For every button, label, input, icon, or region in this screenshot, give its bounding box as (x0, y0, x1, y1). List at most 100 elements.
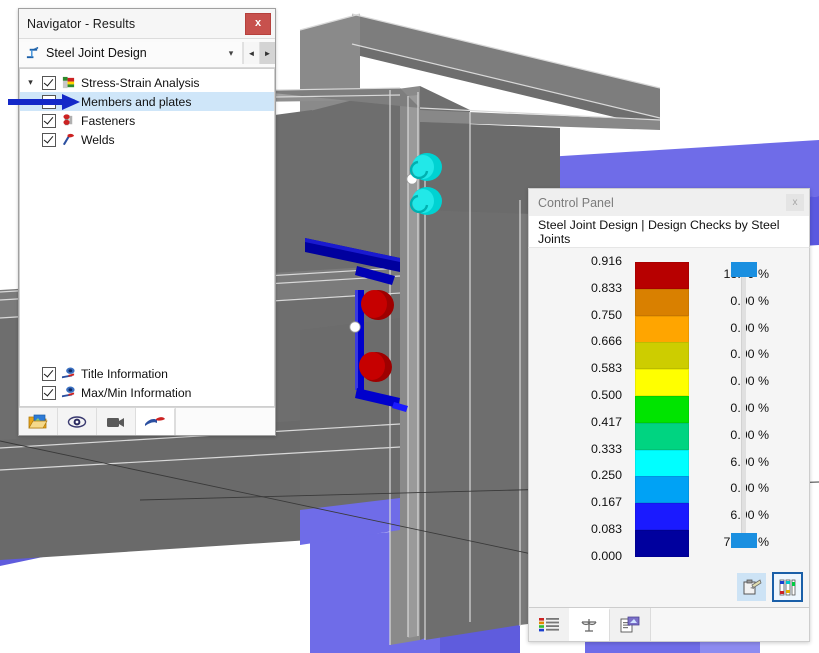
tree-label: Stress-Strain Analysis (81, 75, 200, 90)
legend-boundary-value: 0.916 (590, 254, 622, 268)
blue-arrow-pointer (8, 94, 80, 110)
result-diagram-glyph (145, 417, 165, 426)
legend-percentage: 6.90 % (730, 454, 769, 469)
steel-joint-icon (26, 46, 39, 59)
camera-glyph (107, 417, 124, 427)
result-diagram-icon[interactable] (136, 408, 175, 435)
checkbox-title-information[interactable] (42, 366, 56, 381)
color-scale-tab-icon (539, 617, 559, 631)
factors-tab[interactable] (569, 608, 610, 641)
tree-label: Welds (81, 132, 115, 147)
scales-balance-icon (581, 618, 597, 632)
control-panel-subheader: Steel Joint Design | Design Checks by St… (528, 216, 810, 247)
prev-button[interactable]: ◄ (243, 42, 259, 64)
display-properties-icon (620, 616, 640, 632)
fasteners-icon (63, 113, 73, 125)
legend-range-slider-track[interactable] (741, 262, 746, 542)
maxmin-info-icon (61, 386, 75, 397)
control-panel-titlebar: Control Panel x (528, 188, 810, 216)
eye-glyph (67, 415, 87, 428)
legend-color-swatch[interactable] (635, 342, 689, 370)
legend-percentage: 6.90 % (730, 508, 769, 523)
tree-item-max-min-information[interactable]: Max/Min Information (20, 383, 274, 402)
legend-color-swatch[interactable] (635, 503, 689, 531)
title-info-icon (61, 367, 75, 378)
color-scale-panel[interactable]: 0.91613.79 %0.8330.00 %0.7500.00 %0.6660… (528, 247, 810, 608)
legend-color-swatch[interactable] (635, 369, 689, 397)
open-results-glyph (28, 414, 48, 428)
checkbox-stress-strain-analysis[interactable] (42, 75, 56, 90)
results-tree-lower: Title Information Max/Min Information (20, 364, 274, 402)
navigator-tree-panel[interactable]: ▾ Stress-Strain Analysis Members and pla… (19, 68, 275, 407)
tree-item-title-information[interactable]: Title Information (20, 364, 274, 383)
legend-percentage: 0.00 % (730, 347, 769, 362)
control-panel-title: Control Panel (538, 195, 614, 210)
chevron-down-icon[interactable]: ▾ (24, 77, 37, 88)
legend-color-swatch[interactable] (635, 396, 689, 423)
legend-percentage: 0.00 % (730, 293, 769, 308)
tree-label: Title Information (81, 366, 168, 381)
checkbox-max-min-information[interactable] (42, 385, 56, 400)
color-scale-settings-glyph (779, 579, 796, 595)
color-scale-settings-icon[interactable] (772, 572, 803, 602)
legend-percentage: 0.00 % (730, 320, 769, 335)
legend-percentage: 0.00 % (730, 401, 769, 415)
edit-colors-glyph (743, 579, 761, 595)
color-legend: 0.91613.79 %0.8330.00 %0.7500.00 %0.6660… (529, 254, 809, 563)
close-icon[interactable]: x (245, 12, 271, 35)
display-properties-tab[interactable] (610, 608, 651, 641)
control-panel-window[interactable]: Control Panel x Steel Joint Design | Des… (528, 188, 810, 642)
navigator-title: Navigator - Results (27, 16, 136, 31)
color-scale-tab[interactable] (529, 608, 569, 641)
control-panel-subtitle: Steel Joint Design | Design Checks by St… (538, 217, 780, 246)
control-panel-tabbar (528, 608, 810, 642)
legend-boundary-value: 0.417 (590, 414, 622, 429)
legend-color-swatch[interactable] (635, 422, 689, 450)
color-scale-actions (737, 572, 803, 602)
navigator-titlebar: Navigator - Results x (19, 9, 275, 39)
legend-boundary-value: 0.333 (590, 441, 622, 456)
visibility-eye-icon[interactable] (58, 408, 97, 435)
legend-percentage: 0.00 % (730, 374, 769, 389)
legend-range-slider-thumb-top[interactable] (731, 262, 757, 277)
tree-item-welds[interactable]: Welds (20, 130, 274, 149)
chevron-down-icon[interactable]: ▾ (220, 42, 242, 64)
legend-boundary-value: 0.750 (590, 307, 622, 322)
toolbar-spacer (175, 408, 275, 435)
legend-boundary-value: 0.833 (590, 280, 622, 295)
navigator-window[interactable]: Navigator - Results x Steel Joint Design… (18, 8, 276, 436)
tree-label: Fasteners (81, 113, 136, 128)
legend-boundary-value: 0.167 (590, 495, 622, 510)
open-results-icon[interactable] (19, 408, 58, 435)
app-root: Navigator - Results x Steel Joint Design… (0, 0, 819, 653)
legend-color-swatch[interactable] (635, 288, 689, 316)
tabbar-spacer (651, 608, 809, 641)
legend-percentage: 0.00 % (730, 427, 769, 442)
navigator-toolbar (19, 407, 275, 435)
tree-label: Max/Min Information (81, 385, 192, 400)
checkbox-fasteners[interactable] (42, 113, 56, 128)
results-type-combobox[interactable]: Steel Joint Design ▾ (19, 42, 243, 64)
legend-boundary-value: 0.583 (590, 361, 622, 376)
results-type-label: Steel Joint Design (46, 46, 147, 60)
legend-boundary-value: 0.250 (590, 468, 622, 483)
legend-range-slider-thumb-bottom[interactable] (731, 533, 757, 548)
camera-icon[interactable] (97, 408, 136, 435)
legend-color-swatch[interactable] (635, 262, 689, 289)
legend-boundary-value: 0.500 (590, 388, 622, 402)
legend-boundary-value: 0.666 (590, 334, 622, 349)
navigator-selector-bar: Steel Joint Design ▾ ◄ ► (19, 39, 275, 68)
legend-color-swatch[interactable] (635, 530, 689, 557)
legend-color-swatch[interactable] (635, 315, 689, 343)
next-button[interactable]: ► (259, 42, 275, 64)
checkbox-welds[interactable] (42, 132, 56, 147)
legend-percentage: 0.00 % (730, 481, 769, 496)
close-icon[interactable]: x (786, 194, 804, 211)
legend-boundary-value: 0.000 (590, 548, 622, 563)
legend-color-swatch[interactable] (635, 476, 689, 504)
welds-icon (62, 133, 75, 145)
edit-colors-icon[interactable] (737, 573, 766, 601)
tree-label: Members and plates (81, 94, 192, 109)
legend-color-swatch[interactable] (635, 449, 689, 477)
legend-boundary-value: 0.083 (590, 522, 622, 536)
